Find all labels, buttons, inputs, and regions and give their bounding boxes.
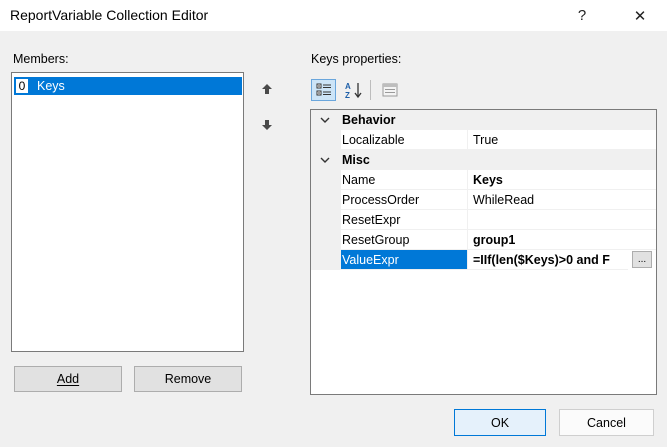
row-gutter	[311, 210, 341, 230]
categorized-button[interactable]	[311, 79, 336, 101]
property-row-resetgroup[interactable]: ResetGroup group1	[311, 230, 656, 250]
property-name-selected[interactable]: ValueExpr	[341, 250, 468, 270]
remove-button[interactable]: Remove	[134, 366, 242, 392]
window-title: ReportVariable Collection Editor	[10, 7, 209, 23]
property-name[interactable]: ResetGroup	[341, 230, 468, 250]
add-button-label: Add	[56, 372, 80, 386]
move-up-button[interactable]	[254, 77, 280, 101]
help-icon: ?	[577, 7, 587, 24]
property-value[interactable]	[468, 210, 656, 230]
property-row-processorder[interactable]: ProcessOrder WhileRead	[311, 190, 656, 210]
svg-text:A: A	[345, 82, 351, 91]
property-pages-icon	[382, 83, 397, 97]
close-icon: ✕	[633, 7, 647, 25]
ellipsis-button[interactable]: ...	[632, 251, 652, 268]
ok-button-label: OK	[490, 415, 510, 430]
row-gutter	[311, 250, 341, 270]
property-value-input[interactable]: =IIf(len($Keys)>0 and F	[468, 250, 628, 270]
list-item-keys[interactable]: 0 Keys	[14, 77, 242, 95]
property-pages-button[interactable]	[377, 79, 402, 101]
toolbar-separator	[370, 80, 371, 100]
category-label: Misc	[342, 153, 370, 167]
row-gutter	[311, 230, 341, 250]
member-index: 0	[15, 78, 29, 94]
property-value[interactable]: group1	[468, 230, 656, 250]
property-name[interactable]: Localizable	[341, 130, 468, 150]
property-row-resetexpr[interactable]: ResetExpr	[311, 210, 656, 230]
property-name[interactable]: ResetExpr	[341, 210, 468, 230]
arrow-up-icon	[262, 84, 272, 94]
members-label: Members:	[13, 52, 69, 66]
remove-button-label: Remove	[164, 372, 212, 386]
property-value[interactable]: True	[468, 130, 656, 150]
category-label: Behavior	[342, 113, 396, 127]
property-row-name[interactable]: Name Keys	[311, 170, 656, 190]
move-down-button[interactable]	[254, 113, 280, 137]
property-row-localizable[interactable]: Localizable True	[311, 130, 656, 150]
row-gutter	[311, 190, 341, 210]
row-gutter	[311, 170, 341, 190]
close-button[interactable]: ✕	[617, 0, 663, 31]
categorized-icon	[316, 83, 331, 96]
property-grid[interactable]: Behavior Localizable True Misc Name Keys…	[310, 109, 657, 395]
add-button[interactable]: Add	[14, 366, 122, 392]
member-name: Keys	[37, 79, 65, 93]
property-name[interactable]: ProcessOrder	[341, 190, 468, 210]
chevron-down-icon[interactable]	[317, 110, 333, 130]
properties-label: Keys properties:	[311, 52, 402, 66]
row-gutter	[311, 130, 341, 150]
category-behavior[interactable]: Behavior	[311, 110, 656, 130]
members-list[interactable]: 0 Keys	[11, 72, 244, 352]
cancel-button[interactable]: Cancel	[559, 409, 654, 436]
svg-text:Z: Z	[345, 91, 350, 99]
cancel-button-label: Cancel	[587, 415, 626, 430]
alphabetical-icon: A Z	[345, 82, 362, 99]
property-row-valueexpr[interactable]: ValueExpr =IIf(len($Keys)>0 and F ...	[311, 250, 656, 270]
category-misc[interactable]: Misc	[311, 150, 656, 170]
arrow-down-icon	[262, 120, 272, 130]
property-name[interactable]: Name	[341, 170, 468, 190]
ok-button[interactable]: OK	[454, 409, 546, 436]
help-button[interactable]: ?	[559, 0, 605, 31]
property-value[interactable]: Keys	[468, 170, 656, 190]
alphabetical-button[interactable]: A Z	[341, 79, 366, 101]
chevron-down-icon[interactable]	[317, 150, 333, 170]
property-value[interactable]: WhileRead	[468, 190, 656, 210]
